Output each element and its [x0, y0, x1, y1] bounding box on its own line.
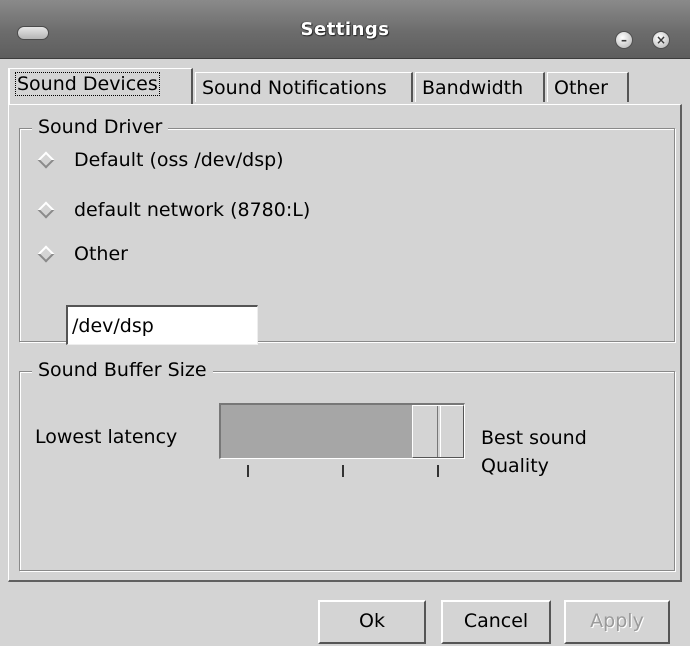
tab-label: Sound Devices — [15, 72, 160, 96]
tab-sound-devices[interactable]: Sound Devices — [8, 68, 193, 104]
tab-page-sound-devices: Sound Driver Default (oss /dev/dsp) defa… — [8, 104, 682, 582]
slider-tick — [342, 465, 344, 477]
radio-diamond-icon[interactable] — [37, 151, 55, 169]
sound-buffer-group: Sound Buffer Size Lowest latency Best so… — [19, 359, 675, 571]
tab-other[interactable]: Other — [547, 72, 629, 102]
slider-fill — [221, 405, 412, 458]
radio-diamond-icon[interactable] — [37, 245, 55, 263]
best-quality-line2: Quality — [481, 455, 549, 477]
sound-buffer-legend: Sound Buffer Size — [32, 359, 213, 381]
best-quality-line1: Best sound — [481, 427, 587, 449]
cancel-button[interactable]: Cancel — [441, 600, 551, 644]
best-quality-label: Best sound Quality — [481, 424, 587, 480]
sound-driver-legend: Sound Driver — [32, 116, 169, 138]
tab-label: Other — [554, 77, 608, 99]
radio-label: Default (oss /dev/dsp) — [74, 149, 284, 171]
minimize-icon[interactable]: – — [615, 31, 633, 49]
lowest-latency-label: Lowest latency — [35, 426, 178, 448]
apply-button: Apply — [564, 600, 670, 644]
slider-handle[interactable] — [412, 405, 464, 458]
radio-label: default network (8780:L) — [74, 199, 311, 221]
radio-label: Other — [74, 243, 128, 265]
buffer-size-slider[interactable] — [219, 403, 465, 459]
close-icon[interactable]: × — [652, 31, 670, 49]
tab-sound-notifications[interactable]: Sound Notifications — [195, 72, 413, 102]
other-device-input[interactable] — [66, 305, 258, 345]
slider-tick — [247, 465, 249, 477]
slider-grip — [437, 406, 441, 457]
tab-bandwidth[interactable]: Bandwidth — [415, 72, 545, 102]
sound-driver-group: Sound Driver Default (oss /dev/dsp) defa… — [19, 116, 675, 345]
window-title: Settings — [300, 19, 390, 40]
ok-button[interactable]: Ok — [318, 600, 426, 644]
radio-diamond-icon[interactable] — [37, 201, 55, 219]
tab-label: Sound Notifications — [202, 77, 387, 99]
slider-tick — [437, 465, 439, 477]
title-bar[interactable]: Settings – × — [0, 0, 690, 59]
tab-label: Bandwidth — [422, 77, 524, 99]
